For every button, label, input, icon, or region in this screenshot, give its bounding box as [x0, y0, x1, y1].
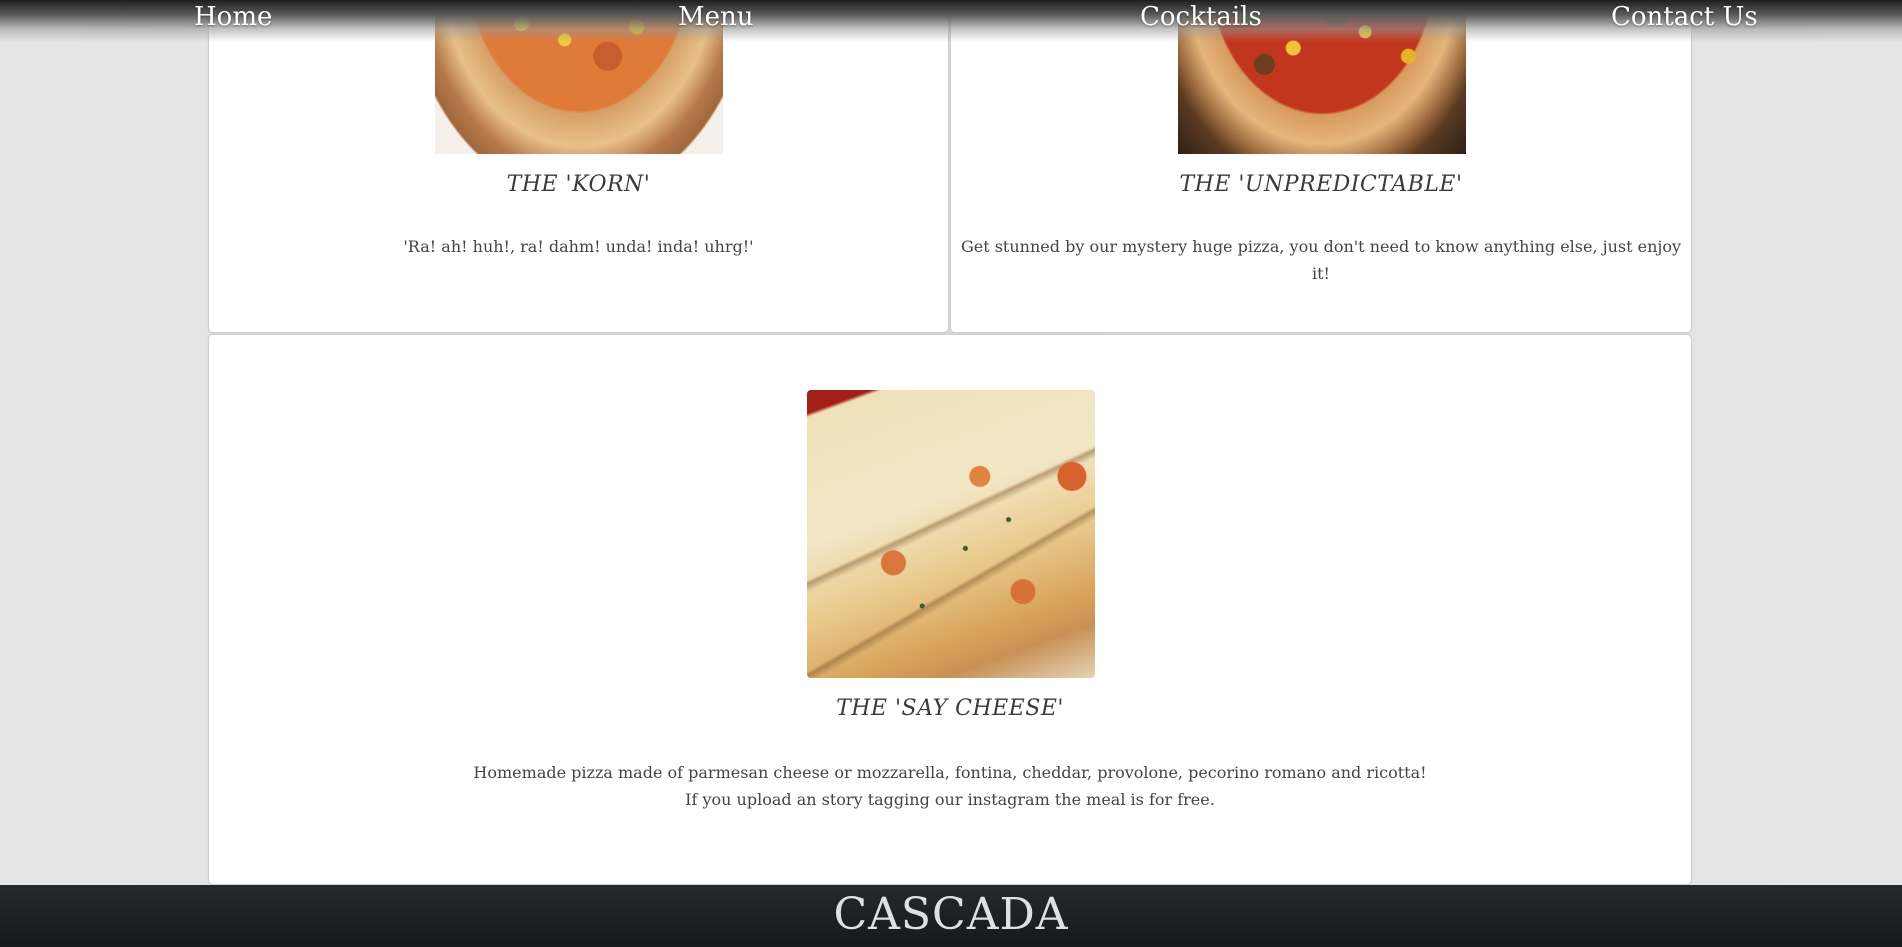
pizza-say-cheese-image [807, 390, 1095, 678]
menu-item-title: THE 'UNPREDICTABLE' [1179, 172, 1463, 197]
brand-logo-text: CASCADA [833, 889, 1069, 940]
menu-item-title: THE 'KORN' [506, 172, 651, 197]
nav-link-contact-us[interactable]: Contact Us [1611, 0, 1758, 34]
nav-link-cocktails[interactable]: Cocktails [1140, 0, 1262, 34]
menu-item-description-line-1: Homemade pizza made of parmesan cheese o… [473, 763, 1427, 782]
menu-item-description: Get stunned by our mystery huge pizza, y… [960, 237, 1682, 283]
footer: CASCADA [0, 885, 1902, 947]
nav-link-menu[interactable]: Menu [678, 0, 754, 34]
menu-card-korn: THE 'KORN' 'Ra! ah! huh!, ra! dahm! unda… [208, 0, 949, 333]
top-navigation: Home Menu Cocktails Contact Us [0, 0, 1902, 42]
menu-card-unpredictable: THE 'UNPREDICTABLE' Get stunned by our m… [950, 0, 1692, 333]
menu-item-description: 'Ra! ah! huh!, ra! dahm! unda! inda! uhr… [403, 237, 754, 256]
menu-card-say-cheese: THE 'SAY CHEESE' Homemade pizza made of … [208, 334, 1692, 885]
nav-link-home[interactable]: Home [194, 0, 272, 34]
menu-item-description-line-2: If you upload an story tagging our insta… [685, 790, 1215, 809]
menu-item-title: THE 'SAY CHEESE' [836, 696, 1064, 721]
